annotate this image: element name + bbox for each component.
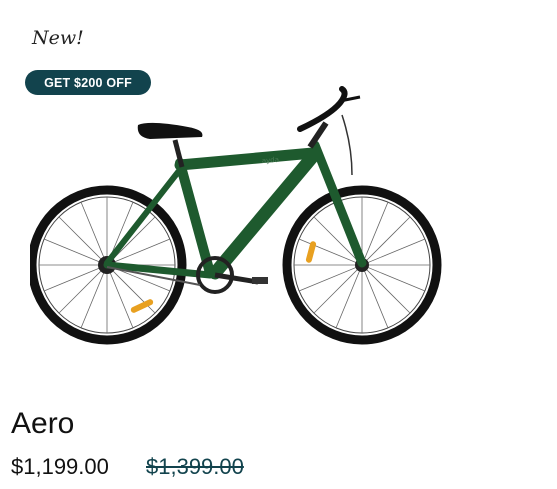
sale-price: $1,199.00 xyxy=(11,454,109,479)
bike-image[interactable]: ayda xyxy=(30,85,450,355)
svg-text:ayda: ayda xyxy=(262,156,280,165)
new-label: New! xyxy=(32,27,84,49)
compare-at-price: $1,399.00 xyxy=(146,454,244,479)
bike-frame xyxy=(103,140,367,280)
product-name[interactable]: Aero xyxy=(11,407,74,441)
